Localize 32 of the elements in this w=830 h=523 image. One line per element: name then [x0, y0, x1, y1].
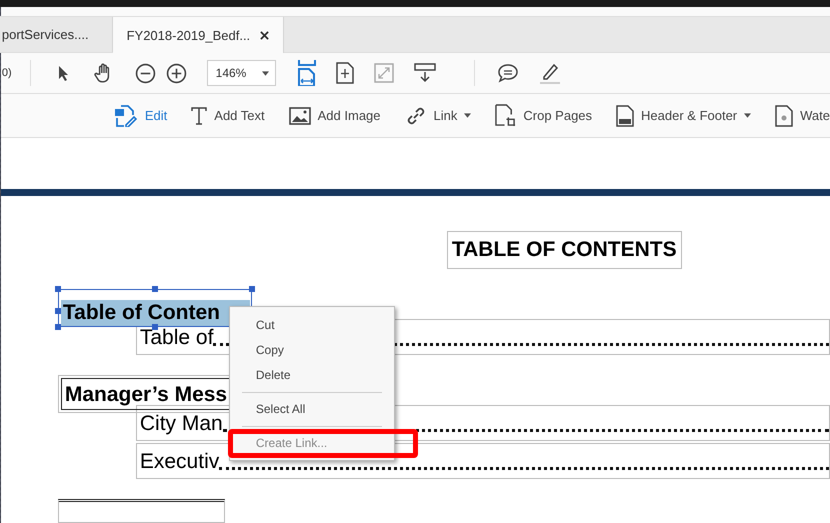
- edit-tool-button[interactable]: Wate: [775, 104, 830, 127]
- toc-entry: City Man: [138, 412, 223, 437]
- scroll-mode-icon[interactable]: [414, 63, 436, 84]
- close-icon[interactable]: [260, 30, 270, 40]
- edit-tool-button[interactable]: Header & Footer: [616, 104, 752, 127]
- edit-tool-button[interactable]: Add Image: [288, 106, 381, 125]
- header-footer-icon: [616, 104, 634, 127]
- menu-item[interactable]: Copy: [230, 338, 394, 363]
- page-indicator: 0): [2, 67, 12, 80]
- toc-entry: Table of: [138, 326, 214, 351]
- caret-icon: [744, 113, 752, 118]
- page-fit-icon[interactable]: [336, 62, 354, 84]
- document-title: TABLE OF CONTENTS: [446, 231, 682, 269]
- comment-icon[interactable]: [497, 63, 520, 84]
- edit-pencil-icon: [114, 104, 138, 127]
- toc-entry: Executiv: [138, 450, 220, 475]
- zoom-in-icon[interactable]: [166, 62, 187, 84]
- highlighter-icon[interactable]: [539, 62, 562, 84]
- document-tab[interactable]: FY2018-2019_Bedf...: [112, 17, 284, 54]
- crop-page-icon: [495, 104, 516, 128]
- edit-tool-button[interactable]: Add Text: [191, 106, 265, 125]
- image-icon: [288, 106, 311, 125]
- zoom-dropdown[interactable]: 146%: [206, 60, 276, 86]
- edit-tool-button[interactable]: Link: [404, 104, 472, 127]
- edit-tool-button[interactable]: Crop Pages: [495, 104, 592, 128]
- watermark-icon: [775, 104, 794, 127]
- zoom-out-icon[interactable]: [134, 62, 156, 84]
- caret-icon: [464, 113, 472, 118]
- edit-tool-button[interactable]: Edit: [114, 104, 168, 127]
- caret-icon: [262, 70, 270, 76]
- text-icon: [191, 106, 208, 125]
- fit-width-icon[interactable]: [298, 60, 316, 86]
